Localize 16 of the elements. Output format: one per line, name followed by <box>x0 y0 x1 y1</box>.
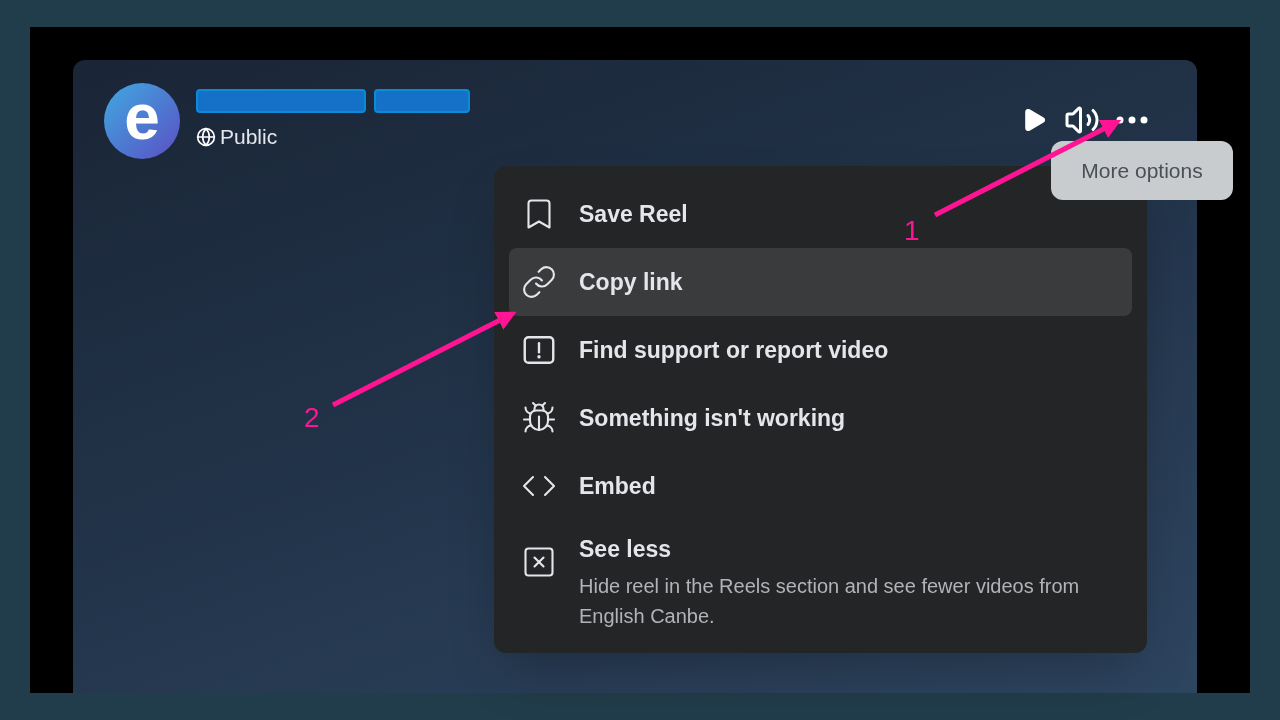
globe-icon <box>196 127 216 147</box>
menu-item[interactable]: See less Hide reel in the Reels section and see fewer videos from English Canbe. <box>509 520 1111 640</box>
annotation-number: 1 <box>904 214 920 248</box>
menu-item[interactable]: Save Reel <box>509 180 700 248</box>
menu-item[interactable]: Copy link <box>509 248 1132 316</box>
close-icon <box>521 544 557 580</box>
link-icon <box>521 264 557 300</box>
item-description: Hide reel in the Reels section and see fewer videos from English Canbe. <box>579 573 1081 629</box>
more-icon <box>1116 116 1148 124</box>
tooltip: More options <box>1051 141 1233 200</box>
menu-item[interactable]: Embed <box>509 452 668 520</box>
menu-item[interactable]: Something isn't working <box>509 384 858 452</box>
menu-item[interactable]: Find support or report video <box>509 316 901 384</box>
bug-icon <box>521 400 557 436</box>
visibility-label: Public <box>220 124 278 151</box>
annotation-number: 2 <box>304 401 320 435</box>
